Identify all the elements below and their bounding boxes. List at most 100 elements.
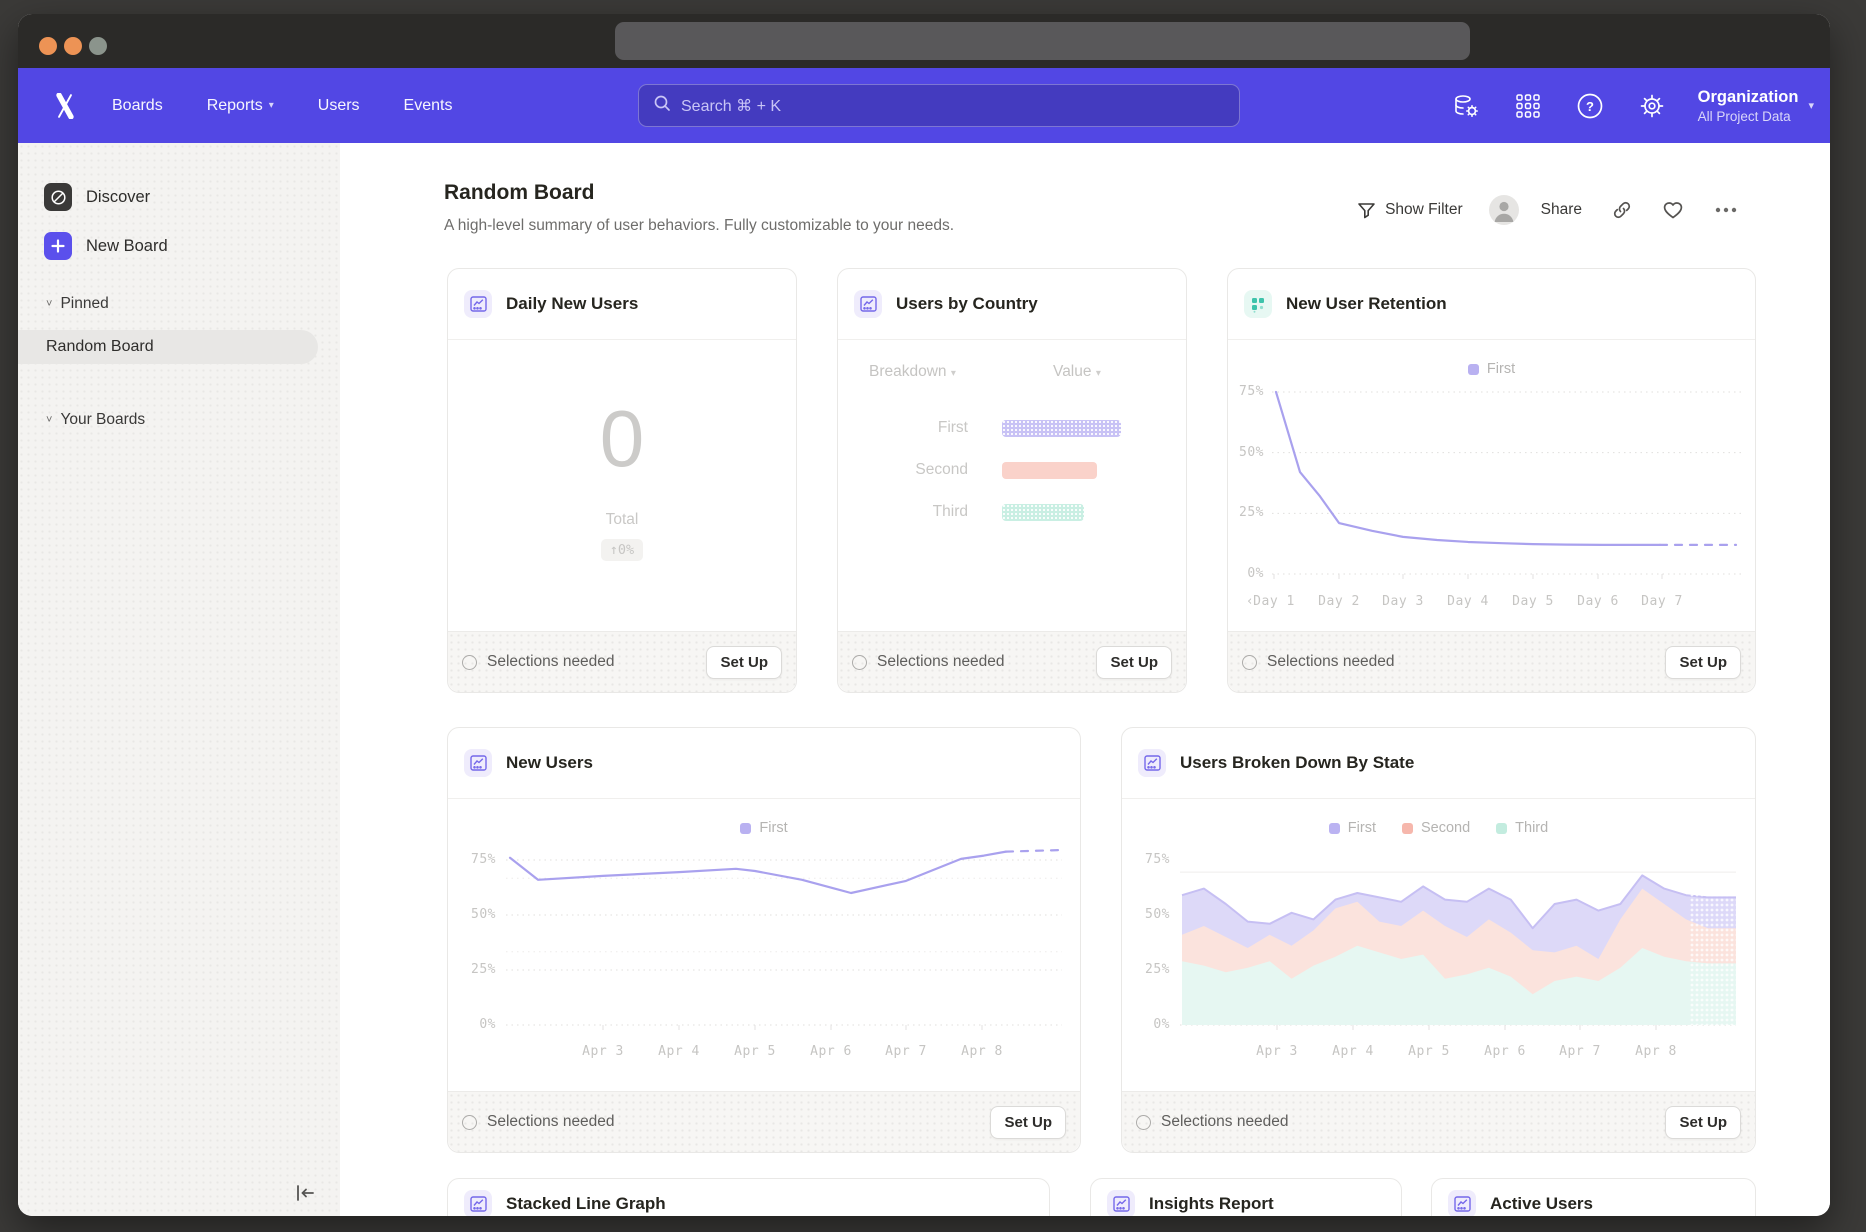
browser-window: Boards Reports ▾ Users Events Search ⌘ + K <box>18 14 1830 1216</box>
mixpanel-logo-icon[interactable] <box>54 93 76 119</box>
y-axis-label: 75% <box>1130 852 1170 867</box>
nav-item-label: Boards <box>112 97 163 115</box>
legend-swatch <box>740 823 751 834</box>
window-minimize-button[interactable] <box>64 37 82 55</box>
sidebar-item-random-board[interactable]: Random Board <box>18 330 318 364</box>
y-axis-label: 50% <box>1230 445 1264 460</box>
setup-button[interactable]: Set Up <box>1665 1106 1741 1139</box>
legend-swatch <box>1329 823 1340 834</box>
window-zoom-button[interactable] <box>89 37 107 55</box>
line-chart-icon <box>464 1190 492 1216</box>
sidebar-collapse-button[interactable] <box>294 1183 316 1208</box>
link-icon[interactable] <box>1612 200 1632 220</box>
y-axis-label: 50% <box>456 907 496 922</box>
sidebar-section-your-boards[interactable]: ˅ Your Boards <box>46 411 145 429</box>
sidebar-item-new-board[interactable]: New Board <box>44 232 168 260</box>
x-axis-label: Apr 8 <box>937 1044 1027 1059</box>
screen: { "window": { "traffic_lights": ["#ED935… <box>0 0 1866 1232</box>
status-circle-icon <box>1242 655 1257 670</box>
nav-item-reports[interactable]: Reports ▾ <box>207 97 274 115</box>
apps-grid-icon[interactable] <box>1512 90 1544 122</box>
status-circle-icon <box>462 655 477 670</box>
your-boards-section-label: Your Boards <box>60 411 145 429</box>
page-description: A high-level summary of user behaviors. … <box>444 217 954 235</box>
favorite-heart-icon[interactable] <box>1662 200 1684 220</box>
data-management-icon[interactable] <box>1450 90 1482 122</box>
metric-value: 0 <box>448 393 796 485</box>
bar-second <box>1002 462 1097 479</box>
y-axis-label: 50% <box>1130 907 1170 922</box>
setup-button[interactable]: Set Up <box>706 646 782 679</box>
card-grid: Daily New Users 0 Total ↑0% Selections n… <box>447 268 1756 1216</box>
address-bar[interactable] <box>615 22 1470 60</box>
card-title: Stacked Line Graph <box>506 1194 666 1214</box>
state-svg <box>1180 833 1736 1048</box>
navbar-right: ? Organization All Project Data ▾ <box>1450 68 1814 143</box>
chevron-down-icon: ▾ <box>269 100 274 111</box>
card-title: New User Retention <box>1286 294 1447 314</box>
card-stacked-line-graph: Stacked Line Graph <box>447 1178 1050 1216</box>
show-filter-button[interactable]: Show Filter <box>1385 201 1463 219</box>
line-chart-icon <box>464 749 492 777</box>
breakdown-dropdown[interactable]: Breakdown ▾ <box>869 363 956 381</box>
share-button[interactable]: Share <box>1541 201 1582 219</box>
status-text: Selections needed <box>1267 653 1395 671</box>
help-icon[interactable]: ? <box>1574 90 1606 122</box>
nav-item-label: Reports <box>207 97 263 115</box>
card-title: Insights Report <box>1149 1194 1274 1214</box>
line-chart-icon <box>1448 1190 1476 1216</box>
chevron-down-icon: ▾ <box>1808 99 1814 112</box>
y-axis-label: 25% <box>1130 962 1170 977</box>
nav-item-users[interactable]: Users <box>318 97 360 115</box>
sidebar-item-discover[interactable]: Discover <box>44 183 150 211</box>
x-axis-label: Apr 8 <box>1611 1044 1701 1059</box>
org-name: Organization <box>1698 88 1799 107</box>
nav-item-boards[interactable]: Boards <box>112 97 163 115</box>
status-circle-icon <box>852 655 867 670</box>
nav-item-label: Events <box>404 97 453 115</box>
setup-button[interactable]: Set Up <box>1096 646 1172 679</box>
bar-row: Third <box>838 503 1084 521</box>
status-text: Selections needed <box>487 1113 615 1131</box>
search-input[interactable]: Search ⌘ + K <box>638 84 1240 127</box>
value-dropdown[interactable]: Value ▾ <box>1053 363 1101 381</box>
new-users-chart: First 75%50%25%0%Apr 3Apr 4Apr 5Apr 6Apr… <box>448 800 1080 1091</box>
org-project: All Project Data <box>1698 109 1799 124</box>
random-board-label: Random Board <box>46 338 154 356</box>
status-circle-icon <box>1136 1115 1151 1130</box>
card-insights-report: Insights Report <box>1090 1178 1402 1216</box>
y-axis-label: 0% <box>456 1017 496 1032</box>
nav-item-events[interactable]: Events <box>404 97 453 115</box>
x-axis-label: Day 7 <box>1617 594 1707 609</box>
filter-icon[interactable] <box>1357 201 1376 220</box>
nav-items: Boards Reports ▾ Users Events <box>112 97 452 115</box>
board-actions: Show Filter Share <box>1357 195 1738 225</box>
retention-chart: First 75%50%25%0%‹Day 1Day 2Day 3Day 4Da… <box>1228 341 1755 631</box>
sidebar-section-pinned[interactable]: ˅ Pinned <box>46 295 109 313</box>
compass-icon <box>44 183 72 211</box>
new_users-svg <box>506 833 1062 1048</box>
chevron-down-icon: ▾ <box>951 368 956 379</box>
status-circle-icon <box>462 1115 477 1130</box>
card-active-users: Active Users <box>1431 1178 1756 1216</box>
pinned-section-label: Pinned <box>60 295 108 313</box>
chevron-down-icon: ▾ <box>1096 368 1101 379</box>
legend-swatch <box>1402 823 1413 834</box>
window-close-button[interactable] <box>39 37 57 55</box>
y-axis-label: 0% <box>1130 1017 1170 1032</box>
chevron-down-icon: ˅ <box>46 414 52 426</box>
plus-icon <box>44 232 72 260</box>
y-axis-label: 0% <box>1230 566 1264 581</box>
sidebar: Discover New Board ˅ Pinned Random Board… <box>18 143 340 1216</box>
line-chart-icon <box>854 290 882 318</box>
more-options-icon[interactable] <box>1714 206 1738 214</box>
y-axis-label: 25% <box>456 962 496 977</box>
avatar[interactable] <box>1489 195 1519 225</box>
card-new-users: New Users First 75%50%25%0%Apr 3Apr 4Apr… <box>447 727 1081 1153</box>
card-title: Users by Country <box>896 294 1038 314</box>
setup-button[interactable]: Set Up <box>1665 646 1741 679</box>
card-title: New Users <box>506 753 593 773</box>
setup-button[interactable]: Set Up <box>990 1106 1066 1139</box>
org-switcher[interactable]: Organization All Project Data ▾ <box>1698 88 1814 124</box>
settings-gear-icon[interactable] <box>1636 90 1668 122</box>
